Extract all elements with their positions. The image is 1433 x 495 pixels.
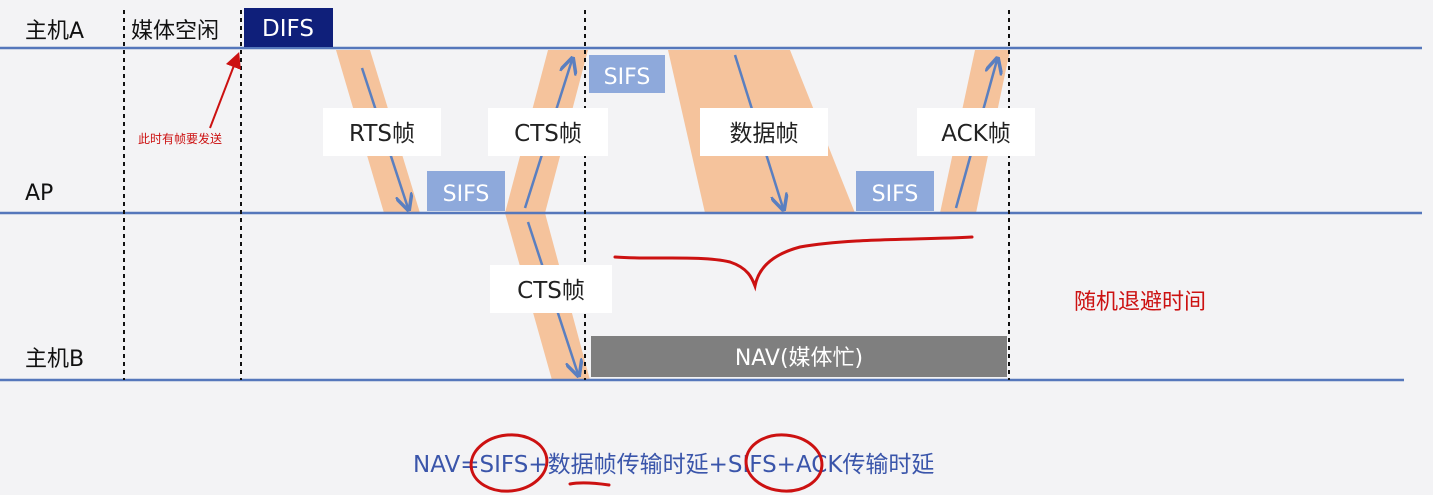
frame-ready-note: 此时有帧要发送 xyxy=(138,131,222,146)
media-idle-label: 媒体空闲 xyxy=(131,19,219,44)
cts-bottom-label: CTS帧 xyxy=(517,278,585,304)
sifs-label-1: SIFS xyxy=(443,182,490,207)
cts-top-label: CTS帧 xyxy=(514,121,582,147)
ack-label: ACK帧 xyxy=(941,121,1010,147)
data-label: 数据帧 xyxy=(730,121,799,147)
formula-plus-2: + xyxy=(709,452,728,478)
handdrawn-brace xyxy=(613,235,974,292)
frame-ready-arrow xyxy=(209,52,241,129)
random-backoff-label: 随机退避时间 xyxy=(1074,290,1206,315)
nav-formula: NAV=SIFS+数据帧传输时延+SIFS+ACK传输时延 xyxy=(413,452,934,478)
formula-sifs-2: SIFS xyxy=(728,452,777,478)
formula-ack-delay: +ACK传输时延 xyxy=(777,452,935,478)
csma-ca-timing-diagram: DIFS 主机A 媒体空闲 AP 主机B 此时有帧要发送 RTS帧 CTS帧 数… xyxy=(0,8,1422,493)
sifs-label-2: SIFS xyxy=(604,65,651,90)
host-a-label: 主机A xyxy=(25,19,84,44)
formula-sifs-1: SIFS xyxy=(479,452,528,478)
formula-plus-1: + xyxy=(528,452,547,478)
difs-label: DIFS xyxy=(262,16,314,42)
host-b-label: 主机B xyxy=(25,347,84,372)
nav-busy-label: NAV(媒体忙) xyxy=(735,346,863,371)
rts-label: RTS帧 xyxy=(349,121,415,147)
sifs-label-3: SIFS xyxy=(872,182,919,207)
handdrawn-underline xyxy=(568,481,611,487)
formula-data-delay: 数据帧传输时延 xyxy=(548,452,709,478)
formula-nav-prefix: NAV= xyxy=(413,452,479,478)
ap-label: AP xyxy=(25,181,53,206)
